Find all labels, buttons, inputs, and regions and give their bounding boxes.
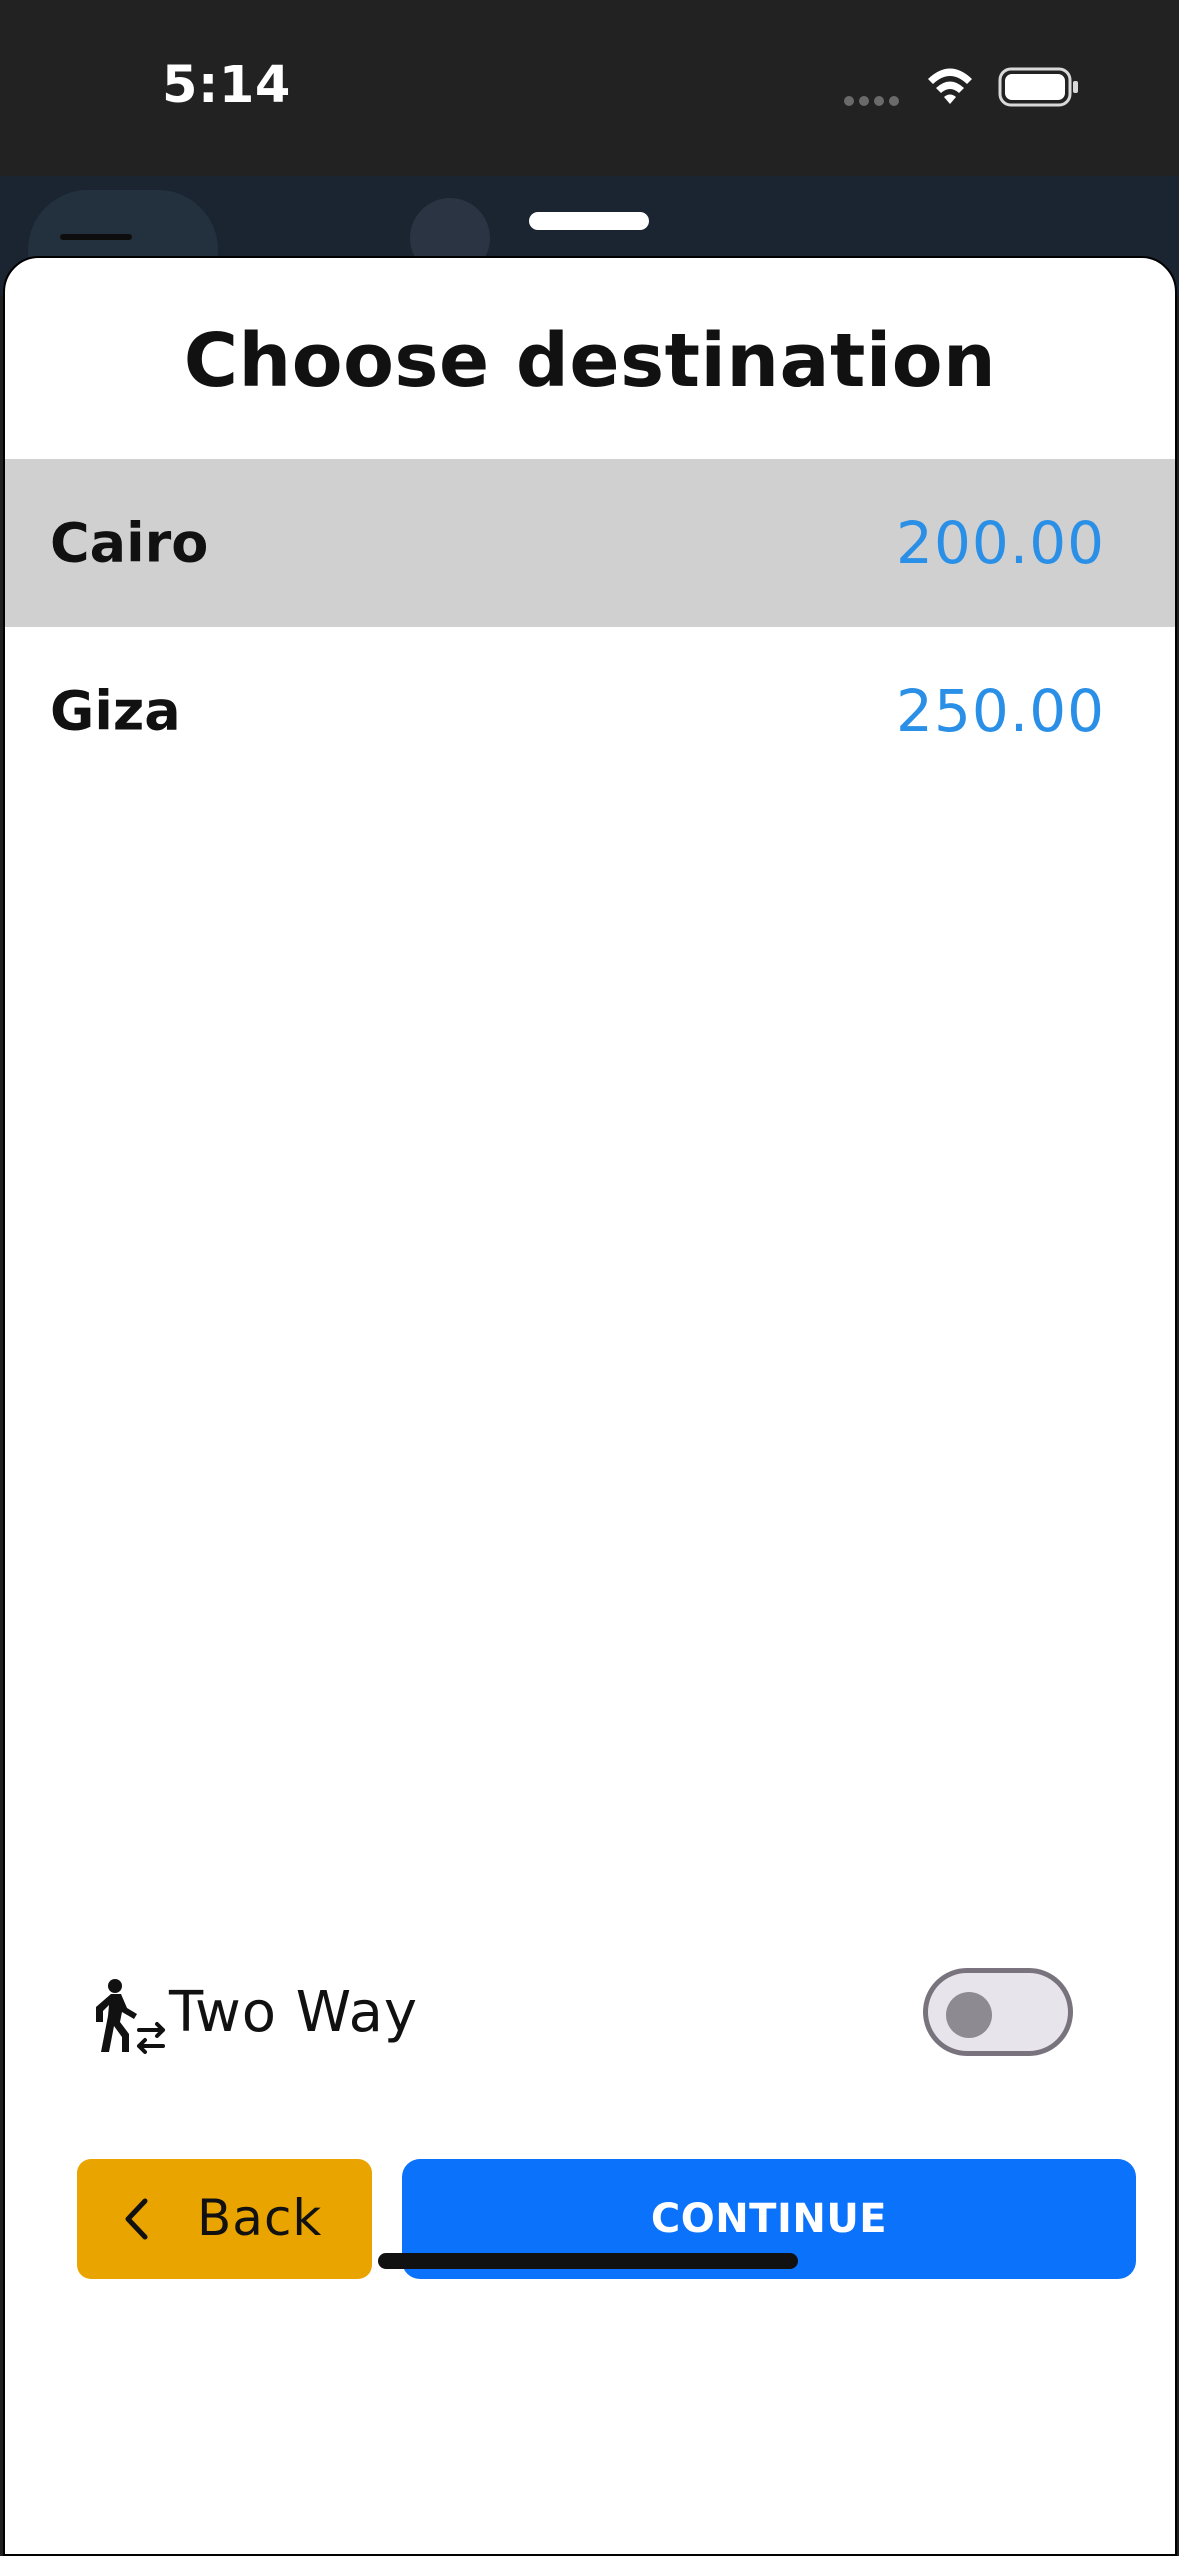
toggle-knob xyxy=(946,1992,992,2038)
destination-sheet: Choose destination Cairo 200.00 Giza 250… xyxy=(3,256,1177,2556)
destination-name: Cairo xyxy=(50,511,209,575)
destination-row-cairo[interactable]: Cairo 200.00 xyxy=(5,459,1175,627)
destination-price: 250.00 xyxy=(896,677,1105,745)
home-indicator xyxy=(378,2253,798,2269)
two-way-label: Two Way xyxy=(169,1980,419,2045)
walking-person-arrows-icon xyxy=(96,1979,165,2054)
back-button-label: Back xyxy=(197,2189,323,2247)
destination-name: Giza xyxy=(50,679,181,743)
back-button[interactable]: Back xyxy=(77,2159,372,2279)
chevron-left-icon xyxy=(125,2198,148,2240)
app-screen: 5:14 Choose destination Cairo 200.00 Giz… xyxy=(0,0,1179,2556)
destination-row-giza[interactable]: Giza 250.00 xyxy=(5,627,1175,795)
status-bar: 5:14 xyxy=(0,0,1179,176)
wifi-icon xyxy=(928,68,972,104)
signal-dots-icon xyxy=(844,96,899,106)
status-time: 5:14 xyxy=(162,56,291,115)
battery-icon xyxy=(998,67,1078,107)
menu-icon xyxy=(60,234,132,240)
sheet-drag-handle[interactable] xyxy=(529,212,649,230)
destination-list: Cairo 200.00 Giza 250.00 xyxy=(5,459,1175,795)
destination-price: 200.00 xyxy=(896,509,1105,577)
sheet-title: Choose destination xyxy=(183,318,997,404)
two-way-toggle[interactable] xyxy=(923,1968,1073,2056)
